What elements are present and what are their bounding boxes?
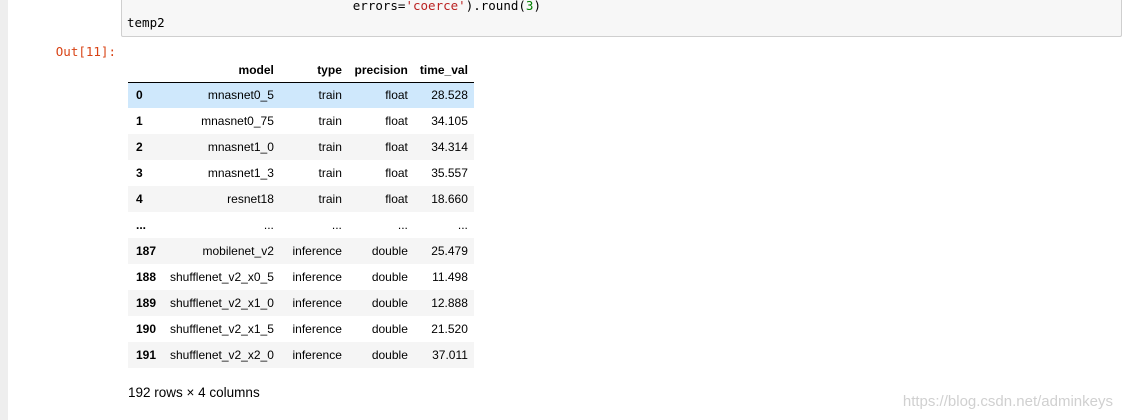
row-index: 0 <box>136 88 143 103</box>
table-row: 190 shufflenet_v2_x1_5 inference double … <box>128 316 474 342</box>
header-type: type <box>279 58 348 83</box>
cell-model: resnet18 <box>227 192 274 206</box>
table-row-ellipsis: ... ... ... ... ... <box>128 212 474 238</box>
cell-model: shufflenet_v2_x1_5 <box>170 322 274 336</box>
dataframe-shape: 192 rows × 4 columns <box>128 385 260 400</box>
cell-model: shufflenet_v2_x1_0 <box>170 296 274 310</box>
code-line-2: temp2 <box>127 15 165 30</box>
row-index: 191 <box>136 348 157 362</box>
cell-model: shufflenet_v2_x2_0 <box>170 348 274 362</box>
header-index <box>128 58 164 83</box>
cell-type: train <box>318 192 342 206</box>
cell-time-val: 25.479 <box>431 244 468 258</box>
table-row: 0 mnasnet0_5 train float 28.528 <box>128 82 474 108</box>
cell-precision: ... <box>397 218 408 232</box>
cell-type: inference <box>292 244 342 258</box>
dataframe-table: model type precision time_val 0 mnasnet0… <box>128 58 474 368</box>
cell-precision: float <box>385 114 408 128</box>
table-header-row: model type precision time_val <box>128 58 474 83</box>
row-index: 4 <box>136 192 143 206</box>
cell-precision: double <box>371 296 408 310</box>
cell-model: mnasnet0_5 <box>207 88 274 103</box>
cell-model: ... <box>263 218 274 232</box>
output-prompt: Out[11]: <box>55 44 116 59</box>
table-row: 187 mobilenet_v2 inference double 25.479 <box>128 238 474 264</box>
watermark: https://blog.csdn.net/adminkeys <box>902 393 1113 410</box>
cell-model: shufflenet_v2_x0_5 <box>170 270 274 284</box>
row-index: 190 <box>136 322 157 336</box>
cell-precision: float <box>385 192 408 206</box>
table-row: 191 shufflenet_v2_x2_0 inference double … <box>128 342 474 368</box>
table-row: 188 shufflenet_v2_x0_5 inference double … <box>128 264 474 290</box>
row-index: 187 <box>136 244 157 258</box>
cell-time-val: 37.011 <box>432 348 468 362</box>
cell-time-val: 28.528 <box>431 88 468 103</box>
cell-model: mnasnet0_75 <box>201 114 274 128</box>
cell-time-val: 35.557 <box>431 166 468 180</box>
row-index: ... <box>136 218 147 232</box>
cell-type: train <box>318 166 342 180</box>
header-model: model <box>164 58 280 83</box>
code-token-paren: ) <box>533 0 541 13</box>
code-token-method: ).round( <box>465 0 526 13</box>
code-token-string: 'coerce' <box>405 0 466 13</box>
cell-time-val: 34.105 <box>431 114 468 128</box>
row-index: 3 <box>136 166 143 180</box>
cell-model: mnasnet1_3 <box>207 166 274 180</box>
cell-type: ... <box>331 218 342 232</box>
cell-type: train <box>318 140 342 154</box>
code-input-cell[interactable]: errors='coerce').round(3) temp2 <box>121 0 1122 37</box>
cell-time-val: ... <box>457 218 468 232</box>
cell-precision: float <box>385 88 408 103</box>
cell-time-val: 34.314 <box>431 140 468 154</box>
cell-time-val: 12.888 <box>431 296 468 310</box>
row-index: 1 <box>136 114 143 128</box>
row-index: 2 <box>136 140 143 154</box>
table-row: 2 mnasnet1_0 train float 34.314 <box>128 134 474 160</box>
cell-precision: double <box>371 270 408 284</box>
row-index: 189 <box>136 296 157 310</box>
cell-type: inference <box>292 348 342 362</box>
code-line-1: errors='coerce').round(3) <box>127 0 541 14</box>
table-row: 4 resnet18 train float 18.660 <box>128 186 474 212</box>
cell-type: inference <box>292 296 342 310</box>
table-row: 189 shufflenet_v2_x1_0 inference double … <box>128 290 474 316</box>
cell-precision: double <box>371 348 408 362</box>
header-time-val: time_val <box>413 58 474 83</box>
code-token-keyword-arg: errors= <box>352 0 406 13</box>
cell-type: train <box>318 114 342 128</box>
cell-time-val: 11.498 <box>432 270 468 284</box>
table-row: 1 mnasnet0_75 train float 34.105 <box>128 108 474 134</box>
cell-model: mnasnet1_0 <box>207 140 274 154</box>
cell-time-val: 21.520 <box>431 322 468 336</box>
header-precision: precision <box>347 58 414 83</box>
cell-type: inference <box>292 270 342 284</box>
row-index: 188 <box>136 270 157 284</box>
cell-precision: double <box>371 244 408 258</box>
cell-precision: float <box>385 140 408 154</box>
cell-model: mobilenet_v2 <box>202 244 274 258</box>
cell-type: train <box>318 88 342 103</box>
cell-time-val: 18.660 <box>431 192 468 206</box>
table-row: 3 mnasnet1_3 train float 35.557 <box>128 160 474 186</box>
cell-precision: double <box>371 322 408 336</box>
cell-type: inference <box>292 322 342 336</box>
cell-precision: float <box>385 166 408 180</box>
